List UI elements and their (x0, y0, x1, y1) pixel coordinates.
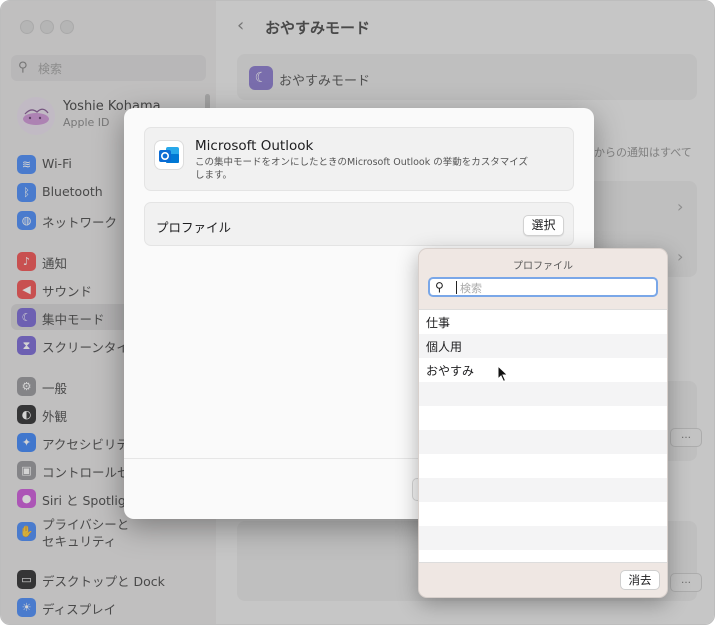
profile-row: プロファイル 選択 (144, 202, 574, 246)
profile-search-input[interactable]: ⚲ 検索 (428, 277, 658, 297)
profile-list: 仕事 個人用 おやすみ (419, 309, 667, 563)
text-caret (456, 281, 457, 294)
outlook-app-icon (154, 140, 184, 170)
list-row-empty (419, 478, 667, 502)
list-row-empty (419, 502, 667, 526)
list-row-empty (419, 406, 667, 430)
app-title: Microsoft Outlook (195, 138, 314, 154)
list-item-personal[interactable]: 個人用 (419, 334, 667, 358)
search-icon: ⚲ (435, 280, 444, 294)
search-placeholder: 検索 (460, 282, 482, 295)
list-item-work[interactable]: 仕事 (419, 310, 667, 334)
profile-label: プロファイル (156, 220, 232, 235)
mouse-pointer-icon (497, 364, 509, 387)
list-row-empty (419, 382, 667, 406)
list-item-label: おやすみ (426, 364, 475, 378)
list-row-empty (419, 454, 667, 478)
app-description: この集中モードをオンにしたときのMicrosoft Outlook の挙動をカス… (195, 157, 528, 181)
select-profile-button[interactable]: 選択 (523, 215, 564, 236)
popover-title: プロファイル (513, 261, 573, 272)
app-info-card: Microsoft Outlook この集中モードをオンにしたときのMicros… (144, 127, 574, 191)
list-item-label: 仕事 (426, 316, 451, 330)
list-row-empty (419, 430, 667, 454)
clear-button[interactable]: 消去 (620, 570, 660, 590)
settings-window: ⚲ 検索 Yoshie Kohama Apple ID ≋ Wi-Fi ᛒ Bl… (0, 0, 715, 625)
list-item-label: 個人用 (426, 340, 463, 354)
list-item-sleep[interactable]: おやすみ (419, 358, 667, 382)
list-row-empty (419, 526, 667, 550)
profile-picker-popover: プロファイル ⚲ 検索 仕事 個人用 おやすみ 消去 (418, 248, 668, 598)
